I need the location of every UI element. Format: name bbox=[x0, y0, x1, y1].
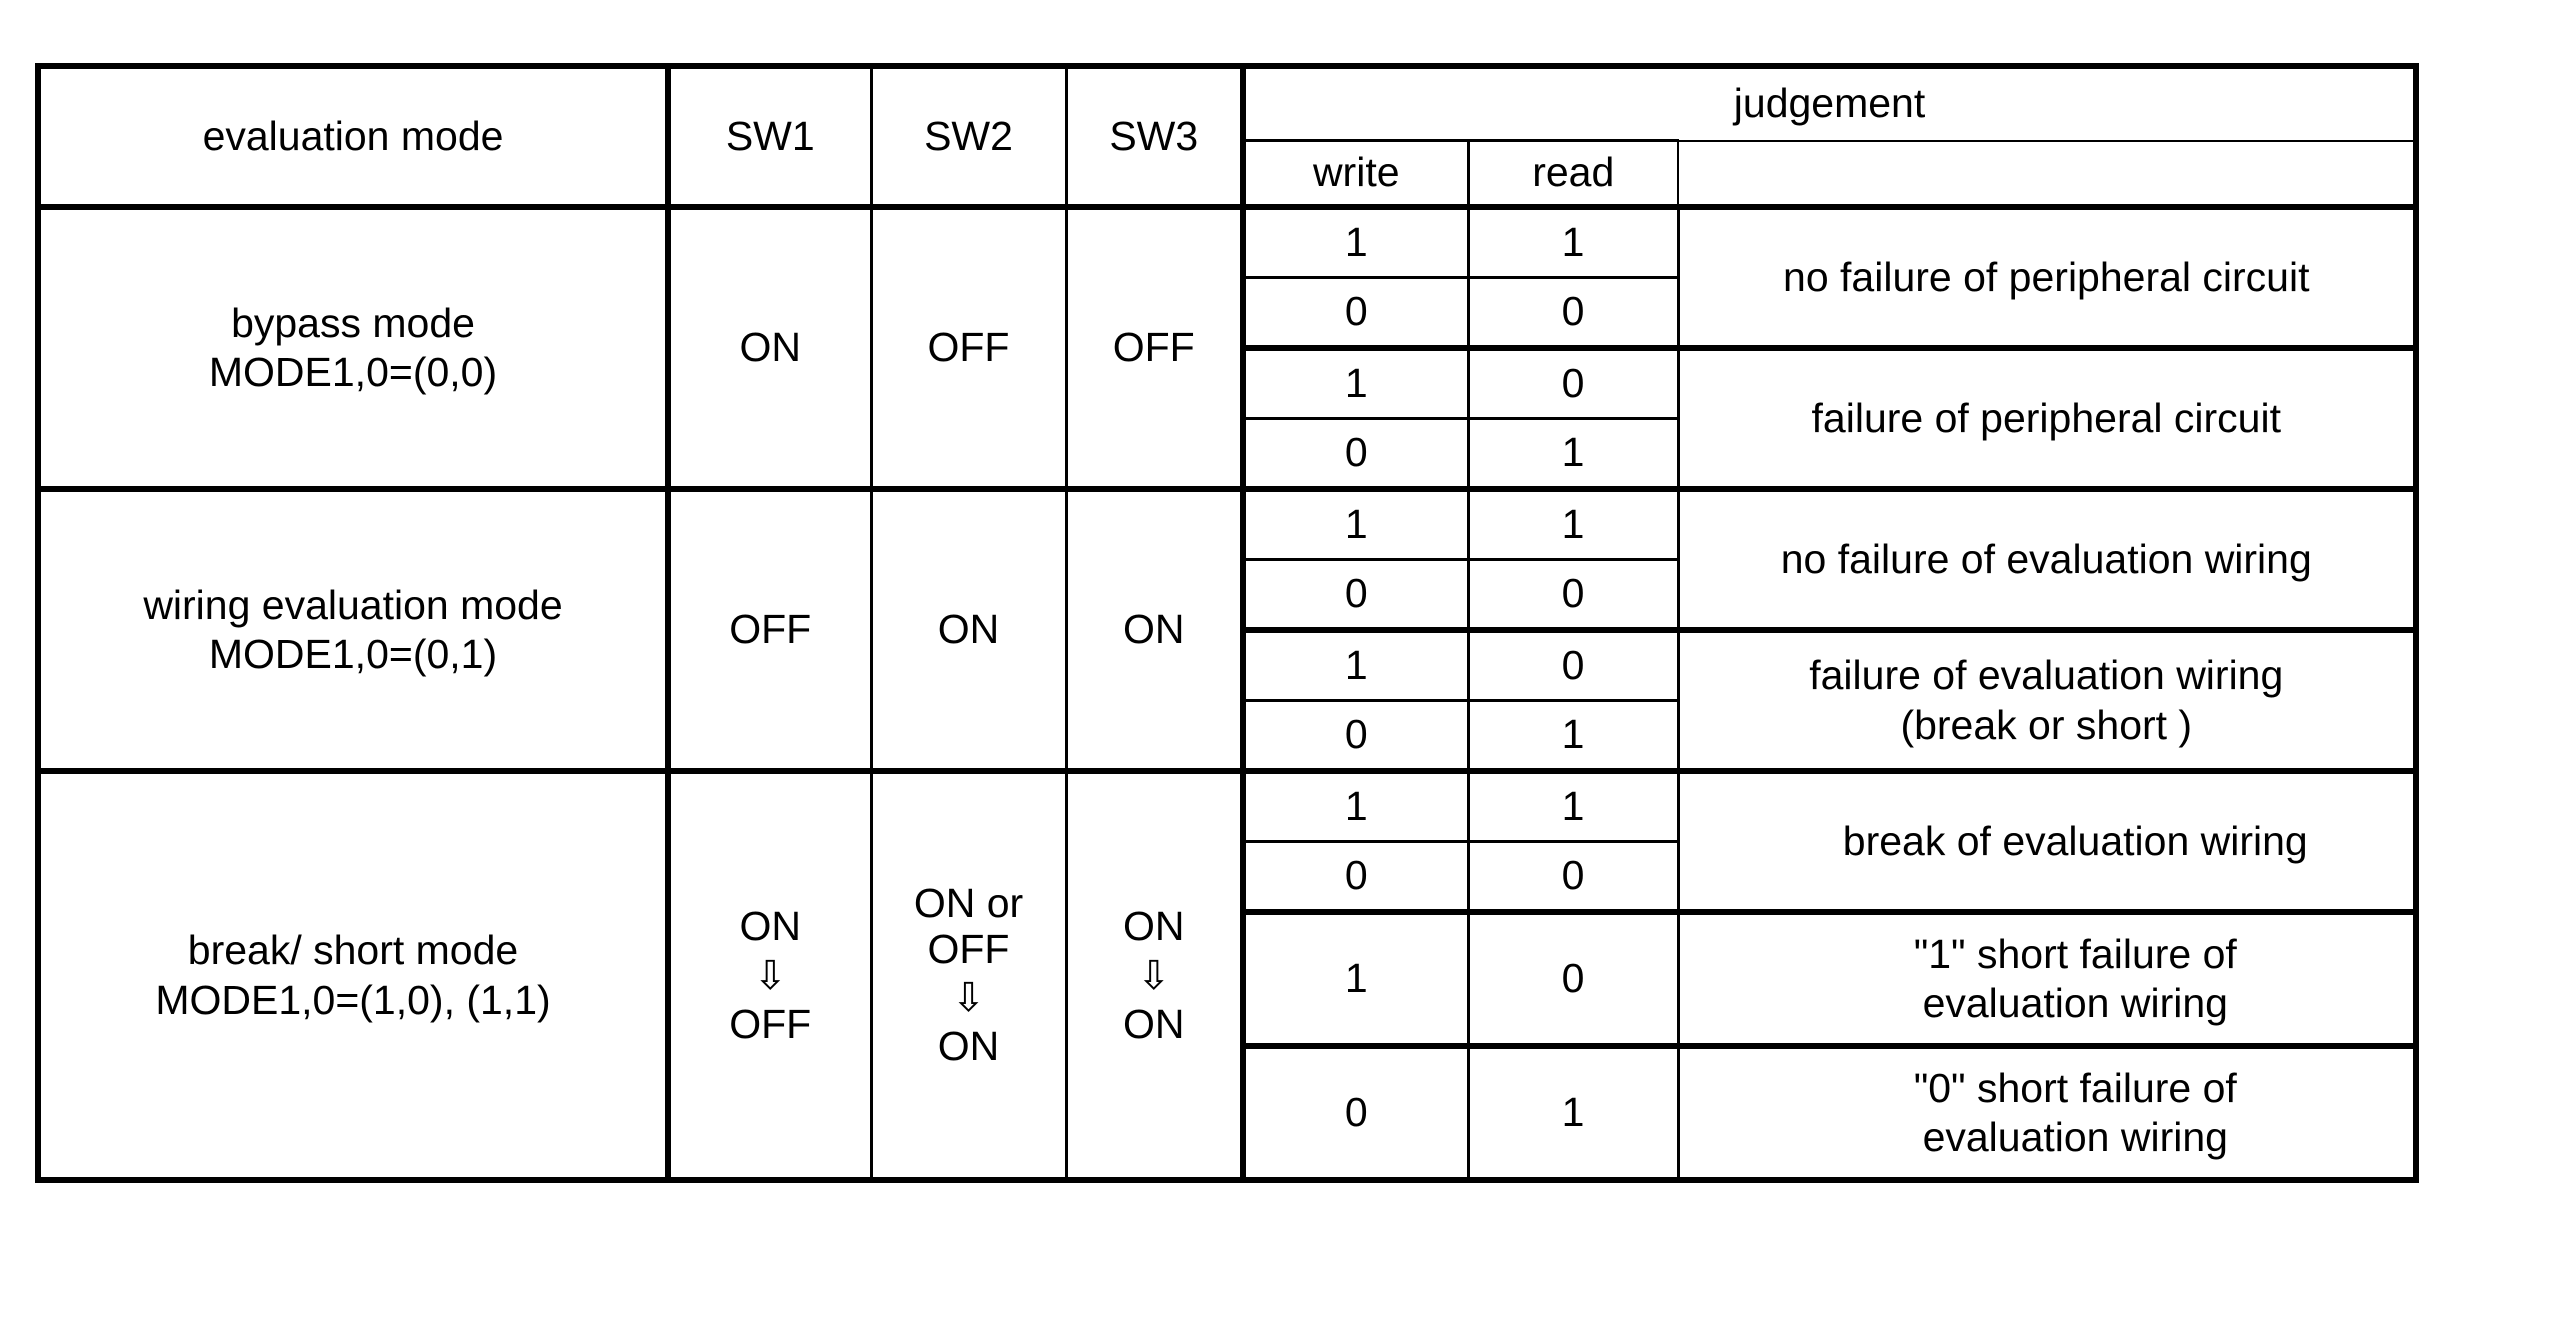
mode-cell-wiring: wiring evaluation mode MODE1,0=(0,1) bbox=[37, 486, 669, 774]
judgement-line-1: no failure of evaluation wiring bbox=[1780, 535, 2312, 582]
judgement-line-1: break of evaluation wiring bbox=[1842, 817, 2308, 864]
write-bit: 0 bbox=[1240, 1043, 1469, 1181]
judgement-line-2: (break or short ) bbox=[1900, 701, 2193, 748]
mode-line-2: MODE1,0=(0,1) bbox=[208, 631, 498, 677]
write-bit: 0 bbox=[1240, 699, 1469, 774]
judgement-line-1: "0" short failure of bbox=[1913, 1064, 2237, 1111]
sw3-state-after: ON bbox=[1123, 1000, 1185, 1047]
write-bit: 0 bbox=[1240, 276, 1469, 351]
write-bit: 1 bbox=[1240, 486, 1469, 561]
read-bit: 1 bbox=[1466, 486, 1679, 561]
read-bit: 1 bbox=[1466, 699, 1679, 774]
table-row: bypass mode MODE1,0=(0,0) ON OFF OFF 1 1… bbox=[37, 206, 2418, 492]
judgement-table-container: evaluation mode SW1 SW2 SW3 judgement wr… bbox=[35, 63, 2420, 1183]
mode-line-2: MODE1,0=(1,0), (1,1) bbox=[155, 976, 551, 1023]
read-bit: 0 bbox=[1466, 558, 1679, 633]
judgement-text: failure of evaluation wiring (break or s… bbox=[1676, 627, 2418, 774]
sw1-value-wiring: OFF bbox=[665, 486, 872, 774]
read-bit: 1 bbox=[1466, 1043, 1679, 1181]
header-evaluation-mode: evaluation mode bbox=[37, 65, 669, 210]
table-row: break/ short mode MODE1,0=(1,0), (1,1) O… bbox=[37, 768, 2418, 1181]
read-bit: 0 bbox=[1466, 345, 1679, 420]
sw1-state-before: ON bbox=[739, 902, 802, 949]
read-bit: 0 bbox=[1466, 276, 1679, 351]
write-bit: 1 bbox=[1240, 345, 1469, 420]
judgement-line-2: evaluation wiring bbox=[1922, 980, 2228, 1026]
sw2-state-before-line1: ON or bbox=[913, 879, 1024, 926]
judgement-line-1: failure of peripheral circuit bbox=[1811, 394, 2281, 441]
judgement-text: "0" short failure of evaluation wiring bbox=[1676, 1043, 2418, 1181]
write-bit: 1 bbox=[1240, 768, 1469, 843]
sw2-value-wiring: ON bbox=[869, 486, 1067, 774]
write-bit: 0 bbox=[1240, 417, 1469, 492]
judgement-text: no failure of evaluation wiring bbox=[1676, 486, 2418, 633]
down-arrow-icon: ⇩ bbox=[1136, 953, 1171, 998]
sw2-state-after: ON bbox=[937, 1023, 1000, 1070]
judgement-line-1: no failure of peripheral circuit bbox=[1783, 253, 2310, 300]
header-sw3: SW3 bbox=[1064, 65, 1244, 210]
read-bit: 0 bbox=[1466, 909, 1679, 1049]
mode-cell-break-short: break/ short mode MODE1,0=(1,0), (1,1) bbox=[37, 768, 669, 1181]
header-row-top: evaluation mode SW1 SW2 SW3 judgement bbox=[37, 65, 2418, 210]
mode-line-2: MODE1,0=(0,0) bbox=[208, 349, 498, 395]
judgement-line-1: "1" short failure of bbox=[1913, 930, 2237, 977]
read-bit: 1 bbox=[1466, 206, 1679, 279]
header-sw2: SW2 bbox=[869, 65, 1067, 210]
sw3-value-break-short: ON ⇩ ON bbox=[1064, 768, 1244, 1181]
sw2-value-break-short: ON or OFF ⇩ ON bbox=[869, 768, 1067, 1181]
write-bit: 1 bbox=[1240, 909, 1469, 1049]
read-bit: 1 bbox=[1466, 417, 1679, 492]
sw1-value-break-short: ON ⇩ OFF bbox=[665, 768, 872, 1181]
sw2-value-bypass: OFF bbox=[869, 206, 1067, 492]
sw3-state-before: ON bbox=[1123, 902, 1185, 949]
header-judgement: judgement bbox=[1239, 66, 2418, 142]
write-bit: 1 bbox=[1240, 206, 1469, 279]
mode-line-1: bypass mode bbox=[231, 299, 475, 346]
judgement-text: no failure of peripheral circuit bbox=[1676, 206, 2418, 351]
table-row: wiring evaluation mode MODE1,0=(0,1) OFF… bbox=[37, 486, 2418, 774]
judgement-text: break of evaluation wiring bbox=[1676, 768, 2418, 915]
header-write: write bbox=[1240, 139, 1469, 210]
read-bit: 0 bbox=[1466, 840, 1679, 915]
sw1-value-bypass: ON bbox=[665, 206, 872, 492]
sw3-value-bypass: OFF bbox=[1064, 206, 1244, 492]
mode-line-1: wiring evaluation mode bbox=[143, 581, 563, 628]
header-read: read bbox=[1466, 139, 1679, 210]
down-arrow-icon: ⇩ bbox=[951, 976, 986, 1021]
read-bit: 0 bbox=[1466, 627, 1679, 702]
evaluation-judgement-table: evaluation mode SW1 SW2 SW3 judgement wr… bbox=[35, 63, 2420, 1183]
mode-line-1: break/ short mode bbox=[187, 927, 519, 974]
judgement-text: failure of peripheral circuit bbox=[1676, 345, 2418, 492]
write-bit: 0 bbox=[1240, 840, 1469, 915]
judgement-line-2: evaluation wiring bbox=[1922, 1114, 2228, 1160]
sw1-state-after: OFF bbox=[729, 1000, 812, 1047]
header-judgement-spacer bbox=[1678, 139, 2418, 210]
down-arrow-icon: ⇩ bbox=[753, 953, 787, 998]
mode-cell-bypass: bypass mode MODE1,0=(0,0) bbox=[37, 206, 669, 492]
write-bit: 0 bbox=[1240, 558, 1469, 633]
header-sw1: SW1 bbox=[665, 65, 872, 210]
read-bit: 1 bbox=[1466, 768, 1679, 843]
judgement-text: "1" short failure of evaluation wiring bbox=[1676, 909, 2418, 1049]
sw2-state-before-line2: OFF bbox=[927, 925, 1010, 972]
write-bit: 1 bbox=[1240, 627, 1469, 702]
judgement-line-1: failure of evaluation wiring bbox=[1809, 652, 2284, 699]
sw3-value-wiring: ON bbox=[1064, 486, 1244, 774]
